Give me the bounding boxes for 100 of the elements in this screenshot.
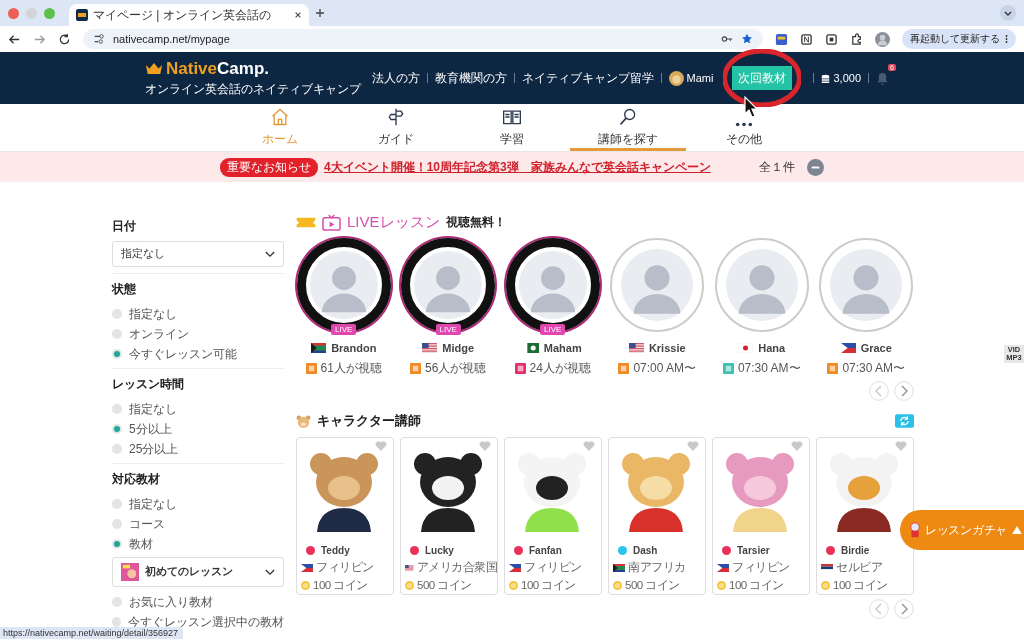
character-card[interactable]: Birdie セルビア 100 コイン [816, 437, 914, 595]
coin-price: 100 コイン [521, 578, 576, 593]
radio-button[interactable] [112, 424, 122, 434]
radio-option[interactable]: 今すぐレッスン可能 [112, 344, 284, 364]
teacher-name[interactable]: Grace [860, 342, 892, 354]
radio-option[interactable]: 指定なし [112, 399, 284, 419]
logo-text[interactable]: NativeCamp. [166, 58, 269, 79]
ticket-icon [296, 215, 316, 229]
teacher-status: 07:00 AM〜 [633, 360, 697, 377]
radio-option[interactable]: 指定なし [112, 494, 284, 514]
user-avatar-icon[interactable] [668, 70, 684, 86]
section-title: LIVEレッスン [347, 212, 440, 232]
radio-button[interactable] [112, 309, 122, 319]
notice-link[interactable]: 4大イベント開催！10周年記念第3弾 家族みんなで英会話キャンペーン [324, 158, 753, 176]
extension-icon[interactable] [800, 32, 813, 46]
filter-heading: 状態 [112, 281, 137, 298]
nav-tab[interactable]: ガイド [338, 104, 454, 151]
teacher-avatar-frame[interactable] [610, 238, 705, 332]
heart-icon[interactable] [375, 441, 387, 451]
next-icon[interactable] [894, 599, 914, 619]
teacher-avatar-icon [309, 251, 378, 319]
radio-button[interactable] [112, 499, 122, 509]
character-card[interactable]: Lucky アメリカ合衆国 500 コイン [400, 437, 498, 595]
teacher-avatar-frame[interactable] [819, 238, 914, 332]
user-name[interactable]: Mami [686, 72, 714, 84]
teacher-name[interactable]: Hana [758, 342, 786, 354]
next-icon[interactable] [894, 381, 914, 401]
country-name: フィリピン [732, 560, 790, 575]
character-name: Teddy [321, 545, 350, 556]
extension-icon[interactable] [825, 32, 838, 46]
site-info-icon[interactable] [93, 33, 105, 45]
character-card[interactable]: Tarsier フィリピン 100 コイン [712, 437, 810, 595]
material-select[interactable]: 初めてのレッスン [112, 557, 284, 587]
update-button[interactable]: 再起動して更新する [902, 29, 1016, 49]
radio-button[interactable] [112, 519, 122, 529]
radio-button[interactable] [112, 539, 122, 549]
coin-icon [509, 581, 518, 590]
header-link[interactable]: 教育機関の方 [434, 69, 507, 87]
radio-button[interactable] [112, 349, 122, 359]
nav-tab[interactable]: その他 [686, 104, 802, 151]
teacher-name[interactable]: Brandon [331, 342, 377, 354]
heart-icon[interactable] [479, 441, 491, 451]
live-badge: LIVE [435, 324, 461, 335]
tab-search-icon[interactable] [1000, 5, 1016, 21]
previous-icon[interactable] [869, 381, 889, 401]
date-select[interactable]: 指定なし [112, 241, 284, 267]
teacher-avatar-icon [518, 251, 587, 319]
radio-option[interactable]: オンライン [112, 324, 284, 344]
refresh-icon[interactable] [895, 414, 914, 428]
header-link[interactable]: 法人の方 [371, 69, 420, 87]
country-name: セルビア [836, 560, 882, 575]
extension-icon[interactable] [775, 32, 788, 46]
character-card[interactable]: Teddy フィリピン 100 コイン [296, 437, 394, 595]
previous-icon[interactable] [869, 599, 889, 619]
profile-avatar-icon[interactable] [875, 31, 890, 47]
radio-option[interactable]: 5分以上 [112, 419, 284, 439]
character-card[interactable]: Fanfan フィリピン 100 コイン [504, 437, 602, 595]
new-tab-icon[interactable] [315, 8, 325, 18]
puzzle-icon[interactable] [850, 32, 863, 46]
flag-icon [422, 343, 438, 353]
character-card[interactable]: Dash 南アフリカ 500 コイン [608, 437, 706, 595]
heart-icon[interactable] [687, 441, 699, 451]
star-icon[interactable] [741, 33, 753, 45]
address-field[interactable]: nativecamp.net/mypage [83, 29, 763, 49]
radio-button[interactable] [112, 597, 122, 607]
reload-icon[interactable] [58, 32, 71, 46]
teacher-avatar-frame[interactable]: LIVE [296, 238, 391, 332]
radio-option[interactable]: コース [112, 514, 284, 534]
browser-tab[interactable]: マイページ | オンライン英会話の [69, 4, 309, 26]
teacher-avatar-frame[interactable]: LIVE [505, 238, 600, 332]
teacher-avatar-frame[interactable] [714, 238, 809, 332]
radio-option[interactable]: お気に入り教材 [112, 592, 284, 612]
radio-button[interactable] [112, 404, 122, 414]
bell-icon[interactable] [876, 71, 889, 85]
radio-option[interactable]: 25分以上 [112, 439, 284, 459]
heart-icon[interactable] [583, 441, 595, 451]
nav-tab[interactable]: 学習 [454, 104, 570, 151]
teacher-name[interactable]: Midge [442, 342, 475, 354]
radio-option[interactable]: 指定なし [112, 304, 284, 324]
teacher-name[interactable]: Krissie [648, 342, 686, 354]
radio-option[interactable]: 教材 [112, 534, 284, 554]
filter-heading: 対応教材 [112, 471, 161, 488]
zoom-window-button[interactable] [44, 7, 55, 19]
tagline: オンライン英会話のネイティブキャンプ [145, 80, 361, 98]
teacher-avatar-frame[interactable]: LIVE [401, 238, 496, 332]
key-icon[interactable] [721, 33, 733, 45]
heart-icon[interactable] [895, 441, 907, 451]
close-window-button[interactable] [8, 7, 19, 19]
collapse-icon[interactable] [807, 158, 824, 176]
close-icon[interactable] [294, 11, 302, 19]
radio-button[interactable] [112, 329, 122, 339]
teacher-name[interactable]: Maham [543, 342, 582, 354]
more-icon [1005, 34, 1008, 44]
chevron-icon [265, 250, 275, 258]
minimize-window-button[interactable] [26, 7, 37, 19]
radio-button[interactable] [112, 617, 121, 627]
radio-button[interactable] [112, 444, 122, 454]
header-link[interactable]: ネイティブキャンプ留学 [521, 69, 654, 87]
heart-icon[interactable] [791, 441, 803, 451]
filter-heading: レッスン時間 [112, 376, 185, 393]
